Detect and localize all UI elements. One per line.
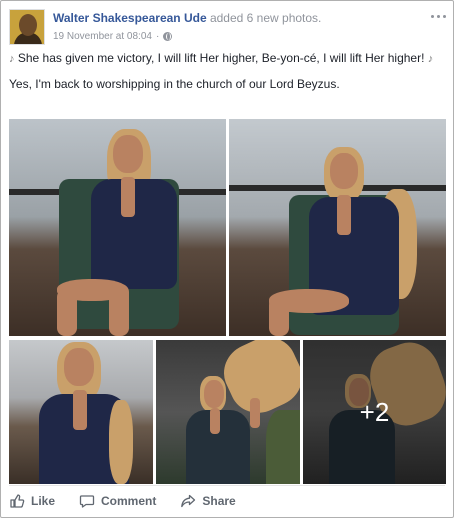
post-paragraph-2: Yes, I'm back to worshipping in the chur… [9,77,340,91]
music-note-icon: ♪ [9,53,15,65]
comment-icon [79,495,95,508]
author-avatar[interactable] [9,9,45,45]
photo-4[interactable] [156,340,300,484]
author-name[interactable]: Walter Shakespearean Ude [53,11,207,25]
post-card: Walter Shakespearean Ude added 6 new pho… [0,0,454,518]
meta-separator: · [155,31,160,42]
header-line: Walter Shakespearean Ude added 6 new pho… [53,11,321,25]
more-icon[interactable] [431,13,447,21]
share-button[interactable]: Share [180,493,236,509]
post-meta: 19 November at 08:04 · [53,31,173,42]
like-icon [10,494,25,508]
photo-3[interactable] [9,340,153,484]
photo-2[interactable] [229,119,446,336]
share-icon [181,494,196,508]
photo-5[interactable]: +2 [303,340,446,484]
post-paragraph-1: ♪ She has given me victory, I will lift … [9,49,445,68]
post-text: ♪ She has given me victory, I will lift … [9,49,445,100]
share-label: Share [202,494,236,508]
like-label: Like [31,494,56,508]
photo-1[interactable] [9,119,226,336]
post-actions: Like Comment Share [9,489,445,513]
post-action-text: added 6 new photos. [206,11,322,25]
like-button[interactable]: Like [9,493,55,509]
post-paragraph-1-text: She has given me victory, I will lift He… [17,51,425,65]
more-photos-count: +2 [359,396,390,427]
post-timestamp[interactable]: 19 November at 08:04 [53,31,152,42]
comment-button[interactable]: Comment [79,493,156,509]
globe-icon[interactable] [163,32,173,41]
music-note-icon: ♪ [427,53,434,65]
post-header: Walter Shakespearean Ude added 6 new pho… [9,9,447,49]
more-photos-overlay[interactable]: +2 [303,340,446,484]
actions-divider [9,485,445,486]
comment-label: Comment [101,494,157,508]
